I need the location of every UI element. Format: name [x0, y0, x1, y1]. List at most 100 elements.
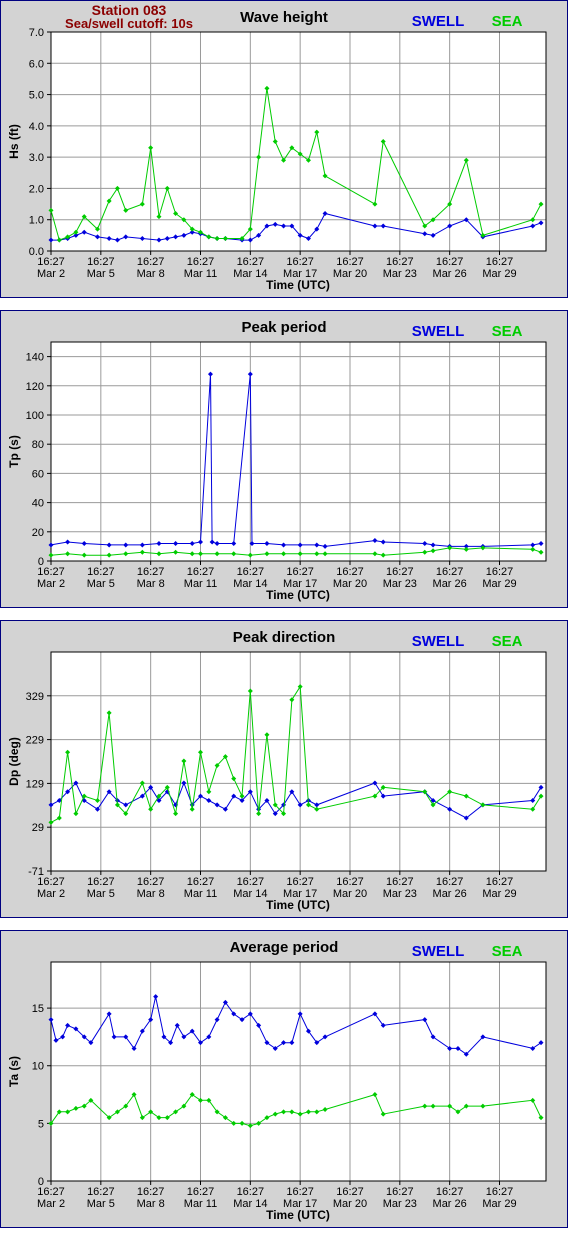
x-tick-label-time: 16:27: [237, 256, 265, 268]
x-tick-label-time: 16:27: [286, 876, 314, 888]
x-tick-label-date: Mar 11: [184, 268, 217, 280]
y-tick-label: 3.0: [29, 152, 44, 164]
x-tick-label-time: 16:27: [336, 256, 364, 268]
average-period-chart: 05101516:27Mar 216:27Mar 516:27Mar 816:2…: [7, 939, 547, 1222]
wave-height-chart: 0.01.02.03.04.05.06.07.016:27Mar 216:27M…: [7, 9, 547, 292]
x-tick-label-date: Mar 8: [137, 578, 165, 590]
x-tick-label-time: 16:27: [137, 256, 165, 268]
x-tick-label-time: 16:27: [286, 566, 314, 578]
x-tick-label-date: Mar 8: [137, 268, 165, 280]
y-tick-label: 129: [26, 778, 44, 790]
y-axis-label: Dp (deg): [7, 737, 21, 786]
y-tick-label: 5: [38, 1118, 44, 1130]
cutoff-note: Sea/swell cutoff: 10s: [65, 16, 193, 31]
x-axis-label: Time (UTC): [266, 278, 330, 292]
x-tick-label-date: Mar 26: [433, 888, 467, 900]
x-tick-label-date: Mar 5: [87, 268, 115, 280]
plot-area: [51, 962, 546, 1181]
x-tick-label-date: Mar 23: [383, 578, 417, 590]
x-tick-label-date: Mar 11: [184, 1198, 217, 1210]
x-tick-label-date: Mar 20: [333, 268, 367, 280]
wave-height-panel: 0.0 1.0 2.0 3.0 4.0 5.0 6.0 7.0 16:27 Mar 2 16:27 M…: [0, 0, 568, 298]
x-tick-label-date: Mar 23: [383, 1198, 417, 1210]
chart-title: Wave height: [240, 9, 328, 26]
legend-sea: SEA: [492, 943, 523, 960]
x-tick-label-time: 16:27: [436, 1186, 464, 1198]
y-tick-label: 7.0: [29, 27, 44, 39]
chart-title: Peak period: [241, 319, 326, 336]
y-tick-label: 229: [26, 735, 44, 747]
legend-sea: SEA: [492, 323, 523, 340]
x-tick-label-time: 16:27: [37, 256, 65, 268]
x-tick-label-date: Mar 20: [333, 888, 367, 900]
y-tick-label: 4.0: [29, 121, 44, 133]
x-tick-label-date: Mar 5: [87, 578, 115, 590]
x-tick-label-date: Mar 26: [433, 1198, 467, 1210]
y-tick-label: 80: [32, 439, 44, 451]
x-axis-label: Time (UTC): [266, 588, 330, 602]
x-tick-label-date: Mar 29: [482, 578, 516, 590]
x-tick-label-date: Mar 2: [37, 268, 65, 280]
x-axis-label: Time (UTC): [266, 898, 330, 912]
x-tick-label-time: 16:27: [37, 566, 65, 578]
x-tick-label-date: Mar 29: [482, 1198, 516, 1210]
x-tick-label-date: Mar 2: [37, 888, 65, 900]
x-tick-label-time: 16:27: [187, 256, 215, 268]
x-tick-label-time: 16:27: [37, 876, 65, 888]
x-tick-label-date: Mar 2: [37, 1198, 65, 1210]
x-tick-label-time: 16:27: [436, 566, 464, 578]
x-tick-label-date: Mar 23: [383, 888, 417, 900]
x-tick-label-date: Mar 14: [233, 1198, 267, 1210]
x-tick-label-date: Mar 20: [333, 578, 367, 590]
x-tick-label-time: 16:27: [87, 1186, 115, 1198]
legend-swell: SWELL: [412, 943, 465, 960]
x-tick-label-time: 16:27: [386, 566, 414, 578]
x-tick-label-time: 16:27: [237, 566, 265, 578]
x-tick-label-time: 16:27: [237, 1186, 265, 1198]
x-tick-label-time: 16:27: [286, 1186, 314, 1198]
plot-area: [51, 342, 546, 561]
x-tick-label-time: 16:27: [386, 1186, 414, 1198]
x-tick-label-date: Mar 26: [433, 268, 467, 280]
x-tick-label-date: Mar 2: [37, 578, 65, 590]
y-tick-label: 60: [32, 468, 44, 480]
x-tick-label-time: 16:27: [486, 876, 514, 888]
y-tick-label: 10: [32, 1061, 44, 1073]
station-label: Station 083 Sea/swell cutoff: 10s: [59, 3, 199, 31]
x-tick-label-time: 16:27: [187, 876, 215, 888]
legend-sea: SEA: [492, 13, 523, 30]
x-tick-label-time: 16:27: [187, 566, 215, 578]
y-tick-label: 40: [32, 498, 44, 510]
plot-area: [51, 652, 546, 871]
x-tick-label-date: Mar 5: [87, 1198, 115, 1210]
x-tick-label-time: 16:27: [336, 1186, 364, 1198]
x-tick-label-time: 16:27: [436, 876, 464, 888]
x-tick-label-date: Mar 8: [137, 1198, 165, 1210]
x-tick-label-time: 16:27: [237, 876, 265, 888]
y-axis-label: Ta (s): [7, 1056, 21, 1087]
x-tick-label-time: 16:27: [386, 876, 414, 888]
x-tick-label-date: Mar 23: [383, 268, 417, 280]
legend-sea: SEA: [492, 633, 523, 650]
legend-swell: SWELL: [412, 13, 465, 30]
legend-swell: SWELL: [412, 633, 465, 650]
x-tick-label-time: 16:27: [87, 876, 115, 888]
x-tick-label-date: Mar 29: [482, 888, 516, 900]
x-tick-label-date: Mar 14: [233, 578, 267, 590]
y-tick-label: 5.0: [29, 90, 44, 102]
y-tick-label: 6.0: [29, 58, 44, 70]
x-tick-label-time: 16:27: [187, 1186, 215, 1198]
y-tick-label: 1.0: [29, 215, 44, 227]
plot-area: [51, 32, 546, 251]
y-tick-label: 15: [32, 1003, 44, 1015]
x-tick-label-date: Mar 20: [333, 1198, 367, 1210]
x-tick-label-date: Mar 26: [433, 578, 467, 590]
x-tick-label-time: 16:27: [386, 256, 414, 268]
x-tick-label-time: 16:27: [336, 566, 364, 578]
y-tick-label: 120: [26, 381, 44, 393]
x-tick-label-time: 16:27: [286, 256, 314, 268]
y-tick-label: 329: [26, 691, 44, 703]
station-name: Station 083: [91, 2, 167, 18]
x-tick-label-time: 16:27: [137, 566, 165, 578]
peak-direction-panel: -71 29 129 229 329 16:27 Mar 2 16:27 Mar 5 16:27 M…: [0, 620, 568, 918]
